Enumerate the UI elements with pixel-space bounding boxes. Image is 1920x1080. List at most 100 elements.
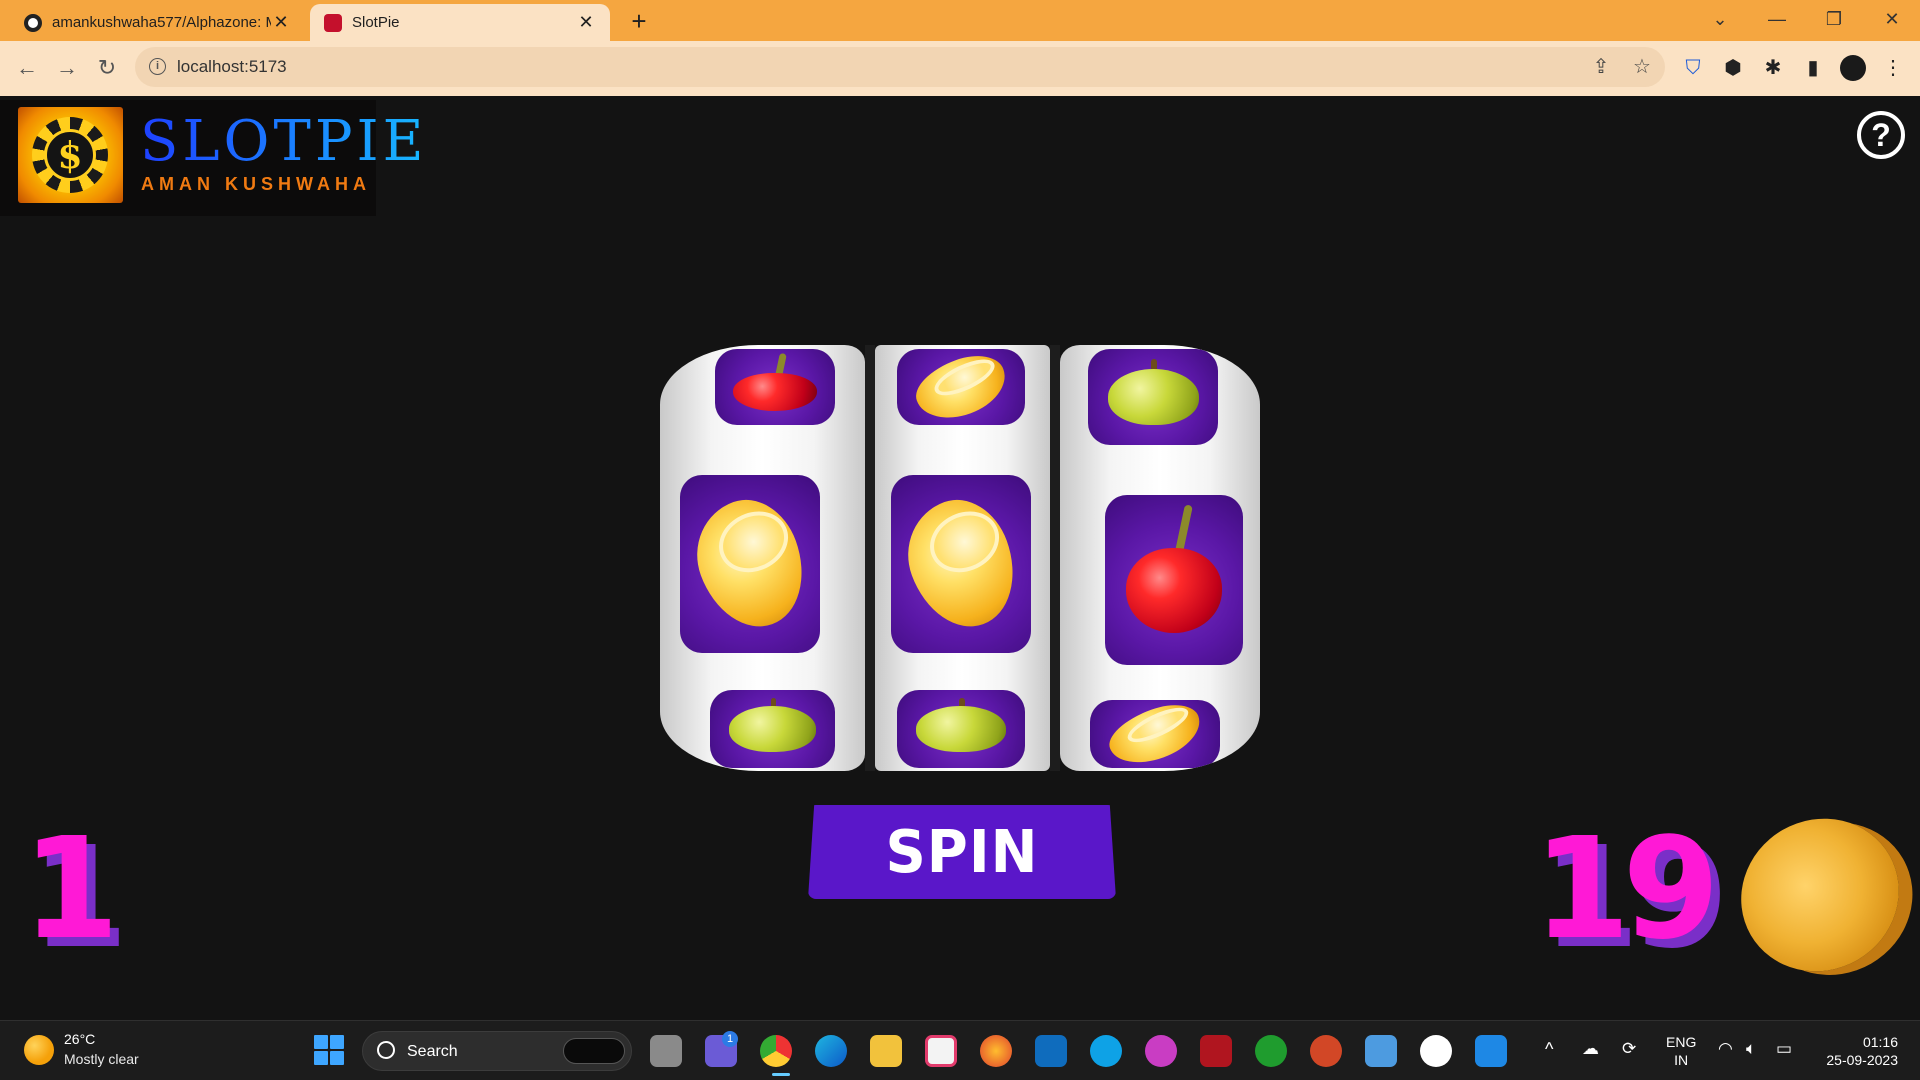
reel-2-bottom-symbol	[897, 690, 1025, 768]
dollar-icon: $	[57, 135, 83, 177]
battery-icon[interactable]: ▭	[1776, 1039, 1792, 1059]
weather-moon-icon	[24, 1035, 54, 1065]
browser-toolbar: ← → ↻ i localhost:5173 ⇪ ☆ ⛉ ⬢ ✱ ▮ ⋮	[0, 41, 1920, 96]
cherry-icon	[1125, 504, 1223, 633]
lemon-icon	[1102, 700, 1208, 768]
windows-logo-icon	[314, 1051, 328, 1065]
photos-app-icon[interactable]	[925, 1035, 957, 1067]
reel-2-top-symbol	[897, 349, 1025, 425]
reel-divider	[865, 345, 875, 771]
spin-label: SPIN	[885, 817, 1039, 887]
sync-icon[interactable]: ⟳	[1622, 1039, 1636, 1059]
tab-search-chevron-icon[interactable]: ⌄	[1700, 3, 1740, 35]
volume-icon[interactable]: 🔈︎	[1746, 1039, 1756, 1059]
forward-button[interactable]: →	[52, 53, 82, 83]
chrome-icon[interactable]	[760, 1035, 792, 1067]
system-clock[interactable]: 01:16 25-09-2023	[1818, 1033, 1898, 1069]
region-code: IN	[1674, 1052, 1689, 1068]
tab-title: amankushwaha577/Alphazone: M	[52, 14, 271, 31]
file-explorer-icon[interactable]	[870, 1035, 902, 1067]
new-tab-button[interactable]: +	[624, 6, 654, 36]
search-highlight-icon	[563, 1038, 625, 1064]
search-label: Search	[407, 1043, 458, 1060]
url-text[interactable]: localhost:5173	[177, 57, 287, 77]
reel-1	[660, 345, 865, 771]
xbox-icon[interactable]	[1255, 1035, 1287, 1067]
site-info-icon[interactable]: i	[149, 58, 166, 75]
logo-title: SLOTPIE	[140, 109, 428, 174]
help-button[interactable]: ?	[1857, 111, 1905, 159]
share-icon[interactable]: ⇪	[1590, 56, 1612, 78]
slotpie-logo: $ SLOTPIE AMAN KUSHWAHA	[0, 100, 424, 216]
tab-github[interactable]: amankushwaha577/Alphazone: M ✕	[10, 4, 305, 41]
skype-icon[interactable]	[1090, 1035, 1122, 1067]
github-icon	[24, 13, 42, 32]
slot-machine	[660, 345, 1260, 771]
windows-logo-icon	[314, 1035, 328, 1049]
chip-ring: $	[32, 117, 108, 193]
red-app-icon[interactable]	[1200, 1035, 1232, 1067]
lemon-icon	[891, 486, 1031, 642]
slotpie-favicon-icon	[324, 13, 342, 32]
language-indicator[interactable]: ENG IN	[1666, 1033, 1696, 1069]
spin-button[interactable]: SPIN	[808, 805, 1116, 899]
firefox-icon[interactable]	[980, 1035, 1012, 1067]
profile-avatar[interactable]	[1840, 55, 1866, 81]
apple-icon	[916, 698, 1006, 752]
wifi-icon[interactable]: ◠	[1718, 1039, 1733, 1059]
language-code: ENG	[1666, 1034, 1697, 1050]
start-button[interactable]	[314, 1035, 344, 1065]
search-icon	[377, 1041, 395, 1059]
tab-slotpie[interactable]: SlotPie ✕	[310, 4, 610, 41]
reel-1-top-symbol	[715, 349, 835, 425]
clock-date: 25-09-2023	[1826, 1052, 1898, 1068]
wps-office-icon[interactable]	[1145, 1035, 1177, 1067]
reload-button[interactable]: ↻	[92, 53, 122, 83]
close-tab-icon[interactable]: ✕	[271, 12, 291, 33]
outlook-icon[interactable]	[1035, 1035, 1067, 1067]
reel-2	[875, 345, 1050, 771]
mongodb-compass-icon[interactable]	[1420, 1035, 1452, 1067]
close-window-button[interactable]: ✕	[1872, 3, 1912, 35]
task-view-icon[interactable]	[650, 1035, 682, 1067]
vscode-icon[interactable]	[1475, 1035, 1507, 1067]
reel-1-middle-symbol	[680, 475, 820, 653]
cube-extension-icon[interactable]: ⬢	[1720, 55, 1746, 81]
active-indicator	[772, 1073, 790, 1076]
windows-logo-icon	[330, 1051, 344, 1065]
clock-time: 01:16	[1862, 1034, 1898, 1050]
side-panel-icon[interactable]: ▮	[1800, 55, 1826, 81]
left-counter: 1	[22, 808, 119, 971]
taskbar-search[interactable]: Search	[362, 1031, 632, 1071]
restore-button[interactable]: ❐	[1814, 3, 1854, 35]
weather-temp: 26°C	[64, 1031, 96, 1047]
address-bar[interactable]: i localhost:5173 ⇪ ☆	[135, 47, 1665, 87]
reel-3-bottom-symbol	[1090, 700, 1220, 768]
casino-chip-icon: $	[18, 107, 123, 203]
reel-1-bottom-symbol	[710, 690, 835, 768]
powerpoint-icon[interactable]	[1310, 1035, 1342, 1067]
menu-kebab-icon[interactable]: ⋮	[1880, 55, 1906, 81]
reel-3	[1060, 345, 1260, 771]
show-hidden-icons-chevron-icon[interactable]: ^	[1545, 1039, 1553, 1060]
apple-icon	[728, 698, 817, 752]
apple-icon	[1107, 359, 1199, 425]
lemon-icon	[680, 486, 820, 642]
onedrive-cloud-icon[interactable]: ☁	[1582, 1039, 1599, 1059]
shield-extension-icon[interactable]: ⛉	[1680, 55, 1706, 81]
minimize-button[interactable]: —	[1757, 3, 1797, 35]
teams-badge: 1	[722, 1031, 738, 1047]
cherry-icon	[733, 352, 817, 411]
puzzle-extensions-icon[interactable]: ✱	[1760, 55, 1786, 81]
windows-taskbar: 26°C Mostly clear Search 1 ^ ☁ ⟳ ENG IN …	[0, 1020, 1920, 1080]
logo-subtitle: AMAN KUSHWAHA	[141, 174, 371, 194]
tab-title: SlotPie	[352, 14, 400, 31]
chip-center: $	[44, 129, 96, 181]
edge-icon[interactable]	[815, 1035, 847, 1067]
close-tab-icon[interactable]: ✕	[576, 12, 596, 33]
bookmark-star-icon[interactable]: ☆	[1631, 56, 1653, 78]
notepad-icon[interactable]	[1365, 1035, 1397, 1067]
back-button[interactable]: ←	[12, 53, 42, 83]
reel-3-middle-symbol	[1105, 495, 1243, 665]
reel-2-middle-symbol	[891, 475, 1031, 653]
